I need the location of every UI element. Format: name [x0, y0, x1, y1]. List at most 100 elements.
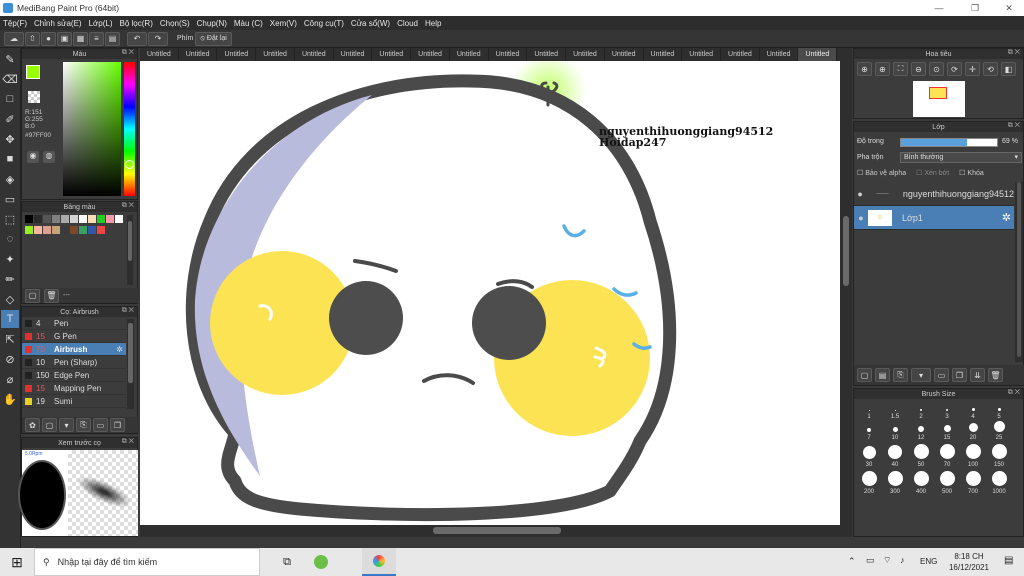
wifi-icon[interactable]: ⌔ [883, 555, 891, 566]
brush-size-option[interactable]: 25 [986, 421, 1012, 441]
folder-icon[interactable]: ▭ [93, 418, 108, 432]
menu-file[interactable]: Tệp(F) [3, 19, 27, 28]
chat-icon[interactable]: ● [41, 31, 56, 46]
palette-swatch[interactable] [61, 215, 69, 223]
brush-row[interactable]: 10 Pen (Sharp) [22, 356, 126, 369]
volume-icon[interactable]: ♪ [900, 555, 905, 565]
palette-swatch[interactable] [52, 215, 60, 223]
palette-swatch[interactable] [79, 215, 87, 223]
vertical-scroll-thumb[interactable] [843, 216, 849, 286]
menu-tools[interactable]: Công cụ(T) [304, 19, 344, 28]
menu-filter[interactable]: Bộ lọc(R) [120, 19, 153, 28]
new-layer-alt-icon[interactable]: ▤ [875, 368, 890, 382]
vertical-scrollbar[interactable] [840, 61, 852, 526]
lasso-tool-icon[interactable]: ◌ [1, 230, 19, 248]
brush-size-option[interactable]: 500 [934, 469, 960, 495]
new-layer-icon[interactable]: ▢ [857, 368, 872, 382]
document-tab[interactable]: Untitled [179, 48, 218, 61]
hue-slider[interactable] [124, 62, 135, 196]
document-tab[interactable]: Untitled [566, 48, 605, 61]
panel-menu-icon[interactable]: ⧉ ✕ [122, 202, 134, 210]
delete-palette-icon[interactable]: 🗑 [44, 288, 59, 303]
brush-size-option[interactable]: 40 [882, 442, 908, 468]
brush-size-option[interactable]: 1000 [986, 469, 1012, 495]
brush-size-option[interactable]: 50 [908, 442, 934, 468]
merge-layer-icon[interactable]: ⇊ [970, 368, 985, 382]
windows-start-icon[interactable]: ⊞ [0, 554, 34, 571]
opacity-slider[interactable] [900, 138, 998, 147]
select-pen-tool-icon[interactable]: ✏ [1, 270, 19, 288]
palette-swatch[interactable] [70, 215, 78, 223]
document-tab[interactable]: Untitled [450, 48, 489, 61]
delete-layer-icon[interactable]: 🗑 [988, 368, 1003, 382]
palette-swatch[interactable] [70, 226, 78, 234]
fill-rect-tool-icon[interactable]: ■ [1, 150, 19, 168]
grid-icon[interactable]: ▦ [73, 31, 88, 46]
horizontal-scroll-thumb[interactable] [433, 527, 561, 534]
language-indicator[interactable]: ENG [920, 557, 937, 566]
palette-scrollbar[interactable] [127, 215, 133, 285]
notification-icon[interactable]: ▤ [1004, 555, 1013, 566]
layout-icon[interactable]: ▤ [105, 31, 120, 46]
menu-snap[interactable]: Chụp(N) [197, 19, 227, 28]
brush-row[interactable]: 19 Sumi [22, 395, 126, 408]
menu-edit[interactable]: Chỉnh sửa(E) [34, 19, 82, 28]
rotate-icon[interactable]: ⟳ [947, 62, 962, 76]
layer-row-watermark[interactable]: ● —— nguyenthihuonggiang94512 [854, 182, 1014, 206]
palette-swatch[interactable] [25, 226, 33, 234]
brush-size-option[interactable]: 1.5 [882, 402, 908, 420]
text-tool-icon[interactable]: T [1, 310, 19, 328]
palette-swatch[interactable] [88, 226, 96, 234]
palette-swatch[interactable] [43, 226, 51, 234]
brush-row[interactable]: 150 Edge Pen [22, 369, 126, 382]
palette-swatch[interactable] [97, 226, 105, 234]
document-tab[interactable]: Untitled [140, 48, 179, 61]
gradient-tool-icon[interactable]: ▭ [1, 190, 19, 208]
close-icon[interactable]: ✕ [994, 0, 1024, 16]
menu-cloud[interactable]: Cloud [397, 19, 418, 28]
brush-size-option[interactable]: 700 [960, 469, 986, 495]
list-icon[interactable]: ≡ [89, 31, 104, 46]
blend-mode-select[interactable]: Bình thường ▾ [900, 152, 1022, 163]
brush-size-option[interactable]: 15 [934, 421, 960, 441]
menu-view[interactable]: Xem(V) [270, 19, 297, 28]
palette-icon[interactable]: ◉ [27, 151, 39, 163]
brush-size-option[interactable]: 300 [882, 469, 908, 495]
panel-menu-icon[interactable]: ⧉ ✕ [122, 438, 134, 446]
operation-tool-icon[interactable]: ⇱ [1, 330, 19, 348]
fit-icon[interactable]: ⛶ [893, 62, 908, 76]
tray-chevron-icon[interactable]: ⌃ [848, 556, 856, 567]
zoom-in-icon[interactable]: ⊕ [857, 62, 872, 76]
divide-tool-icon[interactable]: ⊘ [1, 350, 19, 368]
brush-tool-icon[interactable]: ✎ [1, 50, 19, 68]
duplicate-layer-icon[interactable]: ❐ [952, 368, 967, 382]
taskbar-app-1[interactable] [304, 555, 338, 569]
foreground-color-swatch[interactable] [26, 65, 40, 79]
panel-menu-icon[interactable]: ⧉ ✕ [122, 49, 134, 57]
brush-size-option[interactable]: 100 [960, 442, 986, 468]
brush-size-option[interactable]: 200 [856, 469, 882, 495]
clip-checkbox[interactable]: ☐ Xén bớt [916, 169, 949, 177]
brush-size-option[interactable]: 7 [856, 421, 882, 441]
document-tab[interactable]: Untitled [411, 48, 450, 61]
brush-size-option[interactable]: 70 [934, 442, 960, 468]
palette-swatch[interactable] [34, 215, 42, 223]
menu-help[interactable]: Help [425, 19, 441, 28]
palette-swatch[interactable] [106, 215, 114, 223]
document-tab[interactable]: Untitled [721, 48, 760, 61]
brush-size-option[interactable]: 150 [986, 442, 1012, 468]
brush-copy-icon[interactable]: ❐ [110, 418, 125, 432]
document-tab[interactable]: Untitled [256, 48, 295, 61]
panel-menu-icon[interactable]: ⧉ ✕ [1008, 49, 1020, 57]
document-tab[interactable]: Untitled [682, 48, 722, 61]
brush-size-option[interactable]: 400 [908, 469, 934, 495]
cloud-icon[interactable]: ☁ [4, 31, 24, 46]
brush-size-option[interactable]: 20 [960, 421, 986, 441]
palette-swatch[interactable] [34, 226, 42, 234]
add-brush-menu-icon[interactable]: ▾ [59, 418, 74, 432]
shape-tool-icon[interactable]: □ [1, 90, 19, 108]
brush-size-option[interactable]: 5 [986, 402, 1012, 420]
panel-menu-icon[interactable]: ⧉ ✕ [1008, 389, 1020, 397]
pen-tool-icon[interactable]: ✐ [1, 110, 19, 128]
taskbar-app-medibang[interactable] [362, 548, 396, 576]
